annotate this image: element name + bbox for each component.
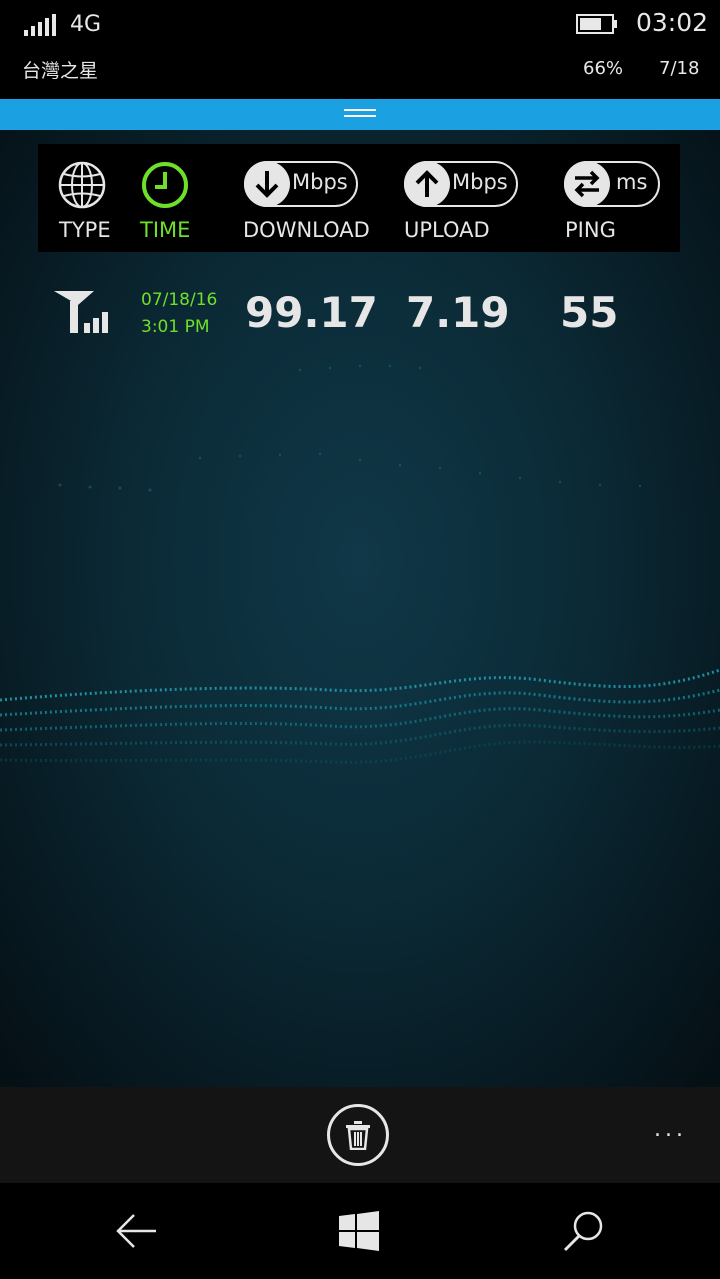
back-icon[interactable] <box>114 1211 158 1251</box>
status-date: 7/18 <box>659 58 700 79</box>
cell-tower-icon <box>54 291 108 333</box>
result-time: 3:01 PM <box>141 317 210 337</box>
column-time[interactable]: TIME <box>128 144 228 252</box>
signal-icon <box>24 14 56 36</box>
globe-icon <box>58 161 106 209</box>
column-type[interactable]: TYPE <box>38 144 128 252</box>
carrier-name: 台灣之星 <box>22 60 99 82</box>
search-icon[interactable] <box>562 1209 606 1253</box>
app-bar: ... <box>0 1087 720 1183</box>
download-unit: Mbps <box>292 170 348 194</box>
trash-icon <box>346 1121 370 1150</box>
column-upload[interactable]: Mbps UPLOAD <box>400 144 530 252</box>
result-row[interactable]: 07/18/16 3:01 PM 99.17 7.19 55 <box>0 280 720 350</box>
clock-icon <box>142 162 188 208</box>
type-label: TYPE <box>59 218 111 242</box>
status-time: 03:02 <box>636 8 709 37</box>
ping-unit: ms <box>616 170 648 194</box>
ping-unit-pill: ms <box>564 161 660 207</box>
column-download[interactable]: Mbps DOWNLOAD <box>238 144 388 252</box>
time-label: TIME <box>140 218 191 242</box>
result-date: 07/18/16 <box>141 290 218 310</box>
drag-handle-bar[interactable] <box>0 99 720 130</box>
results-panel: TYPE TIME Mbps DOWNLOAD Mbps UPLOAD ms P… <box>0 130 720 1087</box>
upload-value: 7.19 <box>406 288 510 337</box>
column-header: TYPE TIME Mbps DOWNLOAD Mbps UPLOAD ms P… <box>38 144 680 252</box>
network-type: 4G <box>70 12 102 37</box>
battery-icon <box>576 14 617 34</box>
navigation-bar <box>0 1183 720 1279</box>
swap-arrows-icon <box>564 161 610 207</box>
ping-value: 55 <box>560 288 619 337</box>
download-arrow-icon <box>244 161 290 207</box>
status-bar: 4G 台灣之星 03:02 66% 7/18 <box>0 0 720 98</box>
download-label: DOWNLOAD <box>243 218 370 242</box>
wave-background <box>0 364 720 764</box>
battery-percent: 66% <box>583 58 624 79</box>
column-ping[interactable]: ms PING <box>560 144 680 252</box>
upload-arrow-icon <box>404 161 450 207</box>
upload-unit-pill: Mbps <box>404 161 518 207</box>
grip-icon <box>344 109 376 119</box>
download-unit-pill: Mbps <box>244 161 358 207</box>
upload-unit: Mbps <box>452 170 508 194</box>
upload-label: UPLOAD <box>404 218 490 242</box>
windows-icon[interactable] <box>339 1211 379 1251</box>
more-options-button[interactable]: ... <box>654 1117 687 1142</box>
download-value: 99.17 <box>245 288 378 337</box>
delete-button[interactable] <box>327 1104 389 1166</box>
ping-label: PING <box>565 218 616 242</box>
